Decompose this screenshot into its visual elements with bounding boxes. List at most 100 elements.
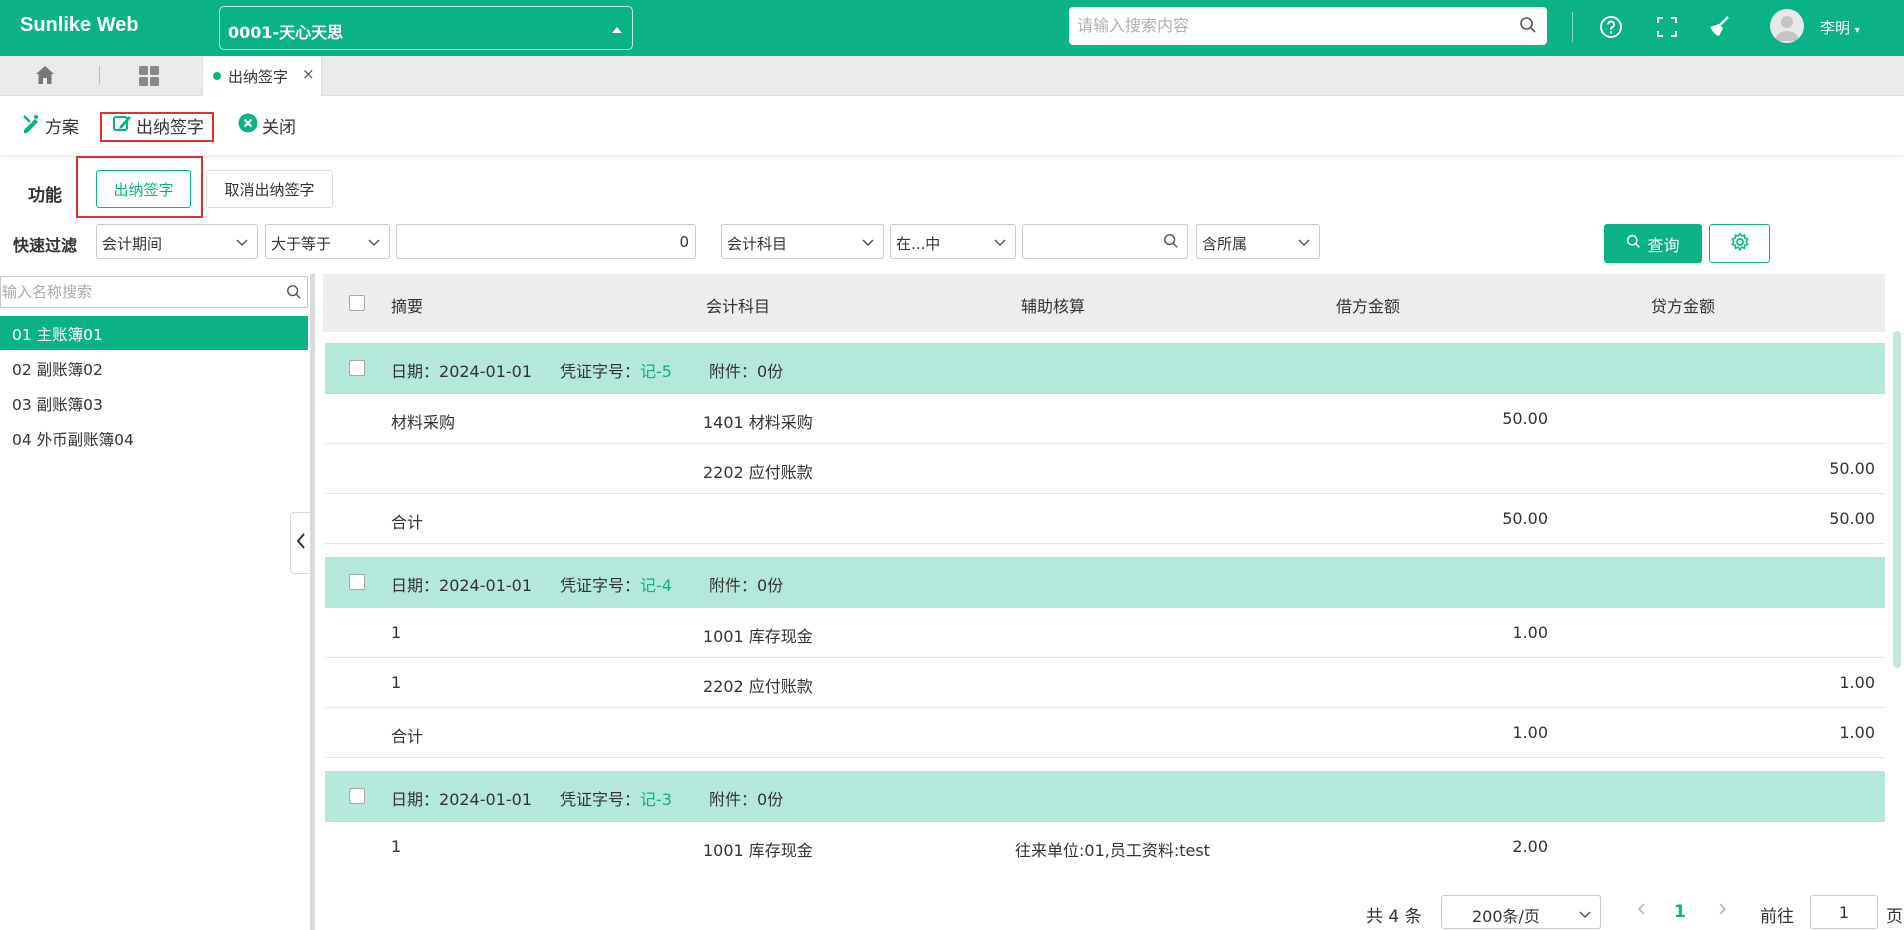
filter-value-input[interactable]: 0 bbox=[396, 224, 696, 259]
cancel-cashier-sign-button[interactable]: 取消出纳签字 bbox=[206, 170, 333, 208]
account-cell: 1001 库存现金 bbox=[703, 841, 813, 860]
debit-cell: 1.00 bbox=[1512, 623, 1548, 642]
current-page[interactable]: 1 bbox=[1674, 902, 1686, 922]
voucher-header[interactable]: 日期：2024-01-01 凭证字号：记-4 附件：0份 bbox=[325, 557, 1885, 608]
functions-label: 功能 bbox=[28, 186, 62, 206]
table-row[interactable]: 1 1001 库存现金 往来单位:01,员工资料:test 2.00 bbox=[325, 822, 1885, 869]
close-label: 关闭 bbox=[262, 118, 296, 138]
user-menu[interactable]: 李明 ▾ bbox=[1820, 17, 1860, 38]
app-brand: Sunlike Web bbox=[20, 14, 139, 36]
active-dot-icon bbox=[213, 72, 221, 80]
filter-field-select[interactable]: 会计期间 bbox=[96, 224, 258, 259]
highlight-box bbox=[100, 112, 214, 142]
user-name: 李明 bbox=[1820, 19, 1851, 37]
fullscreen-icon[interactable] bbox=[1652, 12, 1682, 42]
debit-cell: 1.00 bbox=[1512, 723, 1548, 742]
filter-operator2-value: 在...中 bbox=[896, 235, 941, 253]
voucher-no-label: 凭证字号： bbox=[560, 362, 641, 381]
help-icon[interactable] bbox=[1596, 12, 1626, 42]
voucher-group: 日期：2024-01-01 凭证字号：记-5 附件：0份 材料采购 1401 材… bbox=[325, 343, 1885, 546]
column-header: 摘要 bbox=[391, 297, 424, 316]
tab-close-icon[interactable]: × bbox=[302, 65, 315, 83]
table-row[interactable]: 1 1001 库存现金 1.00 bbox=[325, 608, 1885, 658]
book-item[interactable]: 04 外币副账簿04 bbox=[0, 421, 308, 455]
company-selector[interactable]: 0001-天心天思 bbox=[219, 6, 633, 50]
account-cell: 2202 应付账款 bbox=[703, 677, 813, 696]
goto-page-input[interactable]: 1 bbox=[1810, 895, 1878, 929]
chevron-left-icon bbox=[295, 532, 307, 554]
account-lookup-input[interactable] bbox=[1022, 224, 1188, 259]
scheme-button[interactable]: 方案 bbox=[21, 113, 79, 138]
debit-cell: 50.00 bbox=[1502, 409, 1548, 428]
book-item[interactable]: 01 主账簿01 bbox=[0, 316, 308, 350]
book-search-input[interactable] bbox=[1, 277, 271, 307]
highlight-box bbox=[76, 156, 203, 218]
settings-button[interactable] bbox=[1709, 224, 1770, 263]
collapse-panel-button[interactable] bbox=[290, 512, 310, 574]
query-label: 查询 bbox=[1647, 235, 1680, 255]
tab-cashier-sign[interactable]: 出纳签字 × bbox=[202, 56, 322, 96]
home-icon[interactable] bbox=[34, 64, 56, 90]
column-header: 借方金额 bbox=[1336, 297, 1401, 316]
table-row[interactable]: 2202 应付账款 50.00 bbox=[325, 444, 1885, 494]
clean-icon[interactable] bbox=[1704, 12, 1734, 42]
scope-value: 含所属 bbox=[1202, 235, 1248, 253]
search-icon[interactable] bbox=[1519, 16, 1537, 38]
filter-operator-value: 大于等于 bbox=[271, 235, 332, 253]
filter-operator2-select[interactable]: 在...中 bbox=[890, 224, 1016, 259]
voucher-checkbox[interactable] bbox=[349, 360, 365, 376]
book-search[interactable] bbox=[0, 276, 308, 308]
avatar[interactable] bbox=[1770, 9, 1804, 43]
voucher-checkbox[interactable] bbox=[349, 788, 365, 804]
vertical-scrollbar[interactable] bbox=[1893, 331, 1901, 668]
next-page-button[interactable] bbox=[1716, 900, 1728, 923]
apps-icon[interactable] bbox=[138, 65, 160, 91]
page-unit-label: 页 bbox=[1886, 907, 1903, 927]
date-label: 日期： bbox=[391, 576, 440, 595]
search-icon[interactable] bbox=[1163, 233, 1179, 253]
voucher-no[interactable]: 记-5 bbox=[640, 362, 672, 381]
voucher-date: 2024-01-01 bbox=[439, 576, 532, 595]
search-icon bbox=[1626, 234, 1641, 253]
prev-page-button[interactable] bbox=[1636, 900, 1648, 923]
global-search[interactable] bbox=[1069, 7, 1547, 45]
filter-operator-select[interactable]: 大于等于 bbox=[265, 224, 390, 259]
scheme-label: 方案 bbox=[45, 118, 79, 138]
summary-cell: 合计 bbox=[391, 727, 424, 746]
voucher-no-label: 凭证字号： bbox=[560, 576, 641, 595]
search-icon[interactable] bbox=[286, 284, 302, 304]
scope-select[interactable]: 含所属 bbox=[1196, 224, 1320, 259]
table-row[interactable]: 1 2202 应付账款 1.00 bbox=[325, 658, 1885, 708]
table-row[interactable]: 材料采购 1401 材料采购 50.00 bbox=[325, 394, 1885, 444]
summary-cell: 1 bbox=[391, 623, 402, 642]
summary-cell: 1 bbox=[391, 673, 402, 692]
divider bbox=[1572, 12, 1573, 42]
scheme-icon bbox=[21, 113, 41, 138]
panel-splitter[interactable] bbox=[310, 274, 315, 930]
select-all-checkbox[interactable] bbox=[349, 295, 365, 311]
voucher-no[interactable]: 记-4 bbox=[640, 576, 672, 595]
close-button[interactable]: 关闭 bbox=[238, 113, 296, 138]
close-circle-icon bbox=[238, 113, 258, 138]
credit-cell: 50.00 bbox=[1829, 509, 1875, 528]
credit-cell: 1.00 bbox=[1839, 673, 1875, 692]
page-size-select[interactable]: 200条/页 bbox=[1441, 895, 1601, 929]
summary-cell: 材料采购 bbox=[391, 413, 456, 432]
chevron-down-icon bbox=[861, 235, 875, 253]
book-item[interactable]: 03 副账簿03 bbox=[0, 386, 308, 420]
voucher-attachments: 0份 bbox=[757, 362, 784, 381]
book-item[interactable]: 02 副账簿02 bbox=[0, 351, 308, 385]
global-search-input[interactable] bbox=[1077, 7, 1507, 43]
voucher-no[interactable]: 记-3 bbox=[640, 790, 672, 809]
account-cell: 2202 应付账款 bbox=[703, 463, 813, 482]
voucher-header[interactable]: 日期：2024-01-01 凭证字号：记-3 附件：0份 bbox=[325, 771, 1885, 822]
voucher-checkbox[interactable] bbox=[349, 574, 365, 590]
goto-label: 前往 bbox=[1760, 907, 1794, 927]
voucher-header[interactable]: 日期：2024-01-01 凭证字号：记-5 附件：0份 bbox=[325, 343, 1885, 394]
total-row: 合计 1.00 1.00 bbox=[325, 708, 1885, 758]
caret-up-icon bbox=[612, 27, 622, 33]
chevron-down-icon bbox=[1578, 906, 1592, 925]
gear-icon bbox=[1730, 231, 1750, 256]
filter-field2-select[interactable]: 会计科目 bbox=[721, 224, 884, 259]
query-button[interactable]: 查询 bbox=[1604, 224, 1702, 263]
